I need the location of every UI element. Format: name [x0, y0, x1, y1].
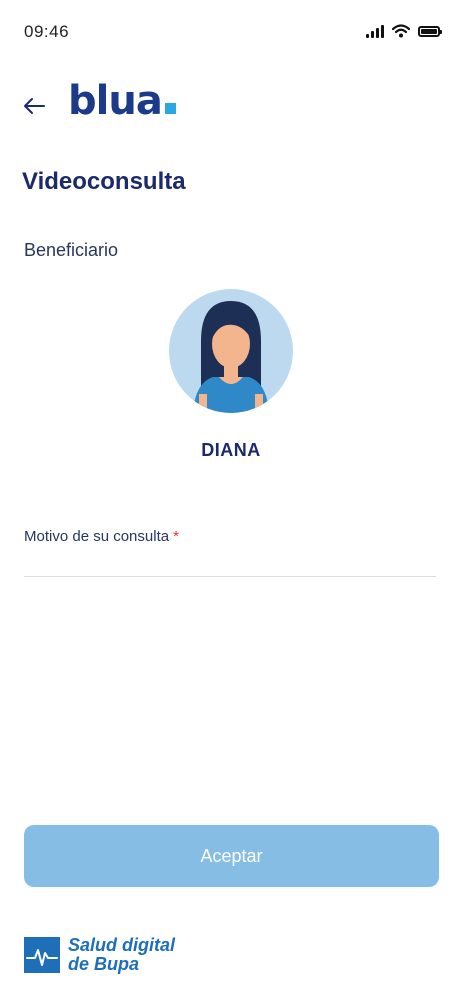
blua-logo: blua	[68, 78, 176, 124]
back-button[interactable]	[20, 90, 52, 122]
required-asterisk: *	[173, 528, 179, 545]
cellular-signal-icon	[366, 24, 384, 38]
logo-text: blua	[68, 78, 163, 124]
battery-icon	[418, 25, 442, 37]
beneficiary-avatar[interactable]	[169, 289, 293, 413]
heartbeat-icon	[24, 937, 60, 973]
accept-button[interactable]: Aceptar	[24, 825, 439, 887]
logo-dot	[164, 103, 176, 114]
footer-line-1: Salud digital	[68, 935, 176, 955]
status-icons	[366, 24, 442, 38]
status-bar: 09:46	[0, 0, 462, 60]
footer-brand: Salud digital de Bupa	[24, 936, 175, 974]
page-title: Videoconsulta	[22, 168, 186, 195]
arrow-left-icon	[24, 98, 45, 114]
footer-text: Salud digital de Bupa	[68, 936, 175, 974]
beneficiary-name: DIANA	[201, 440, 261, 460]
wifi-icon	[392, 24, 410, 38]
reason-label-text: Motivo de su consulta	[24, 528, 170, 545]
reason-field-label: Motivo de su consulta *	[24, 528, 179, 545]
footer-line-2: de Bupa	[68, 954, 140, 974]
reason-input[interactable]	[24, 550, 436, 577]
status-time: 09:46	[24, 22, 70, 41]
beneficiary-label: Beneficiario	[24, 240, 119, 260]
